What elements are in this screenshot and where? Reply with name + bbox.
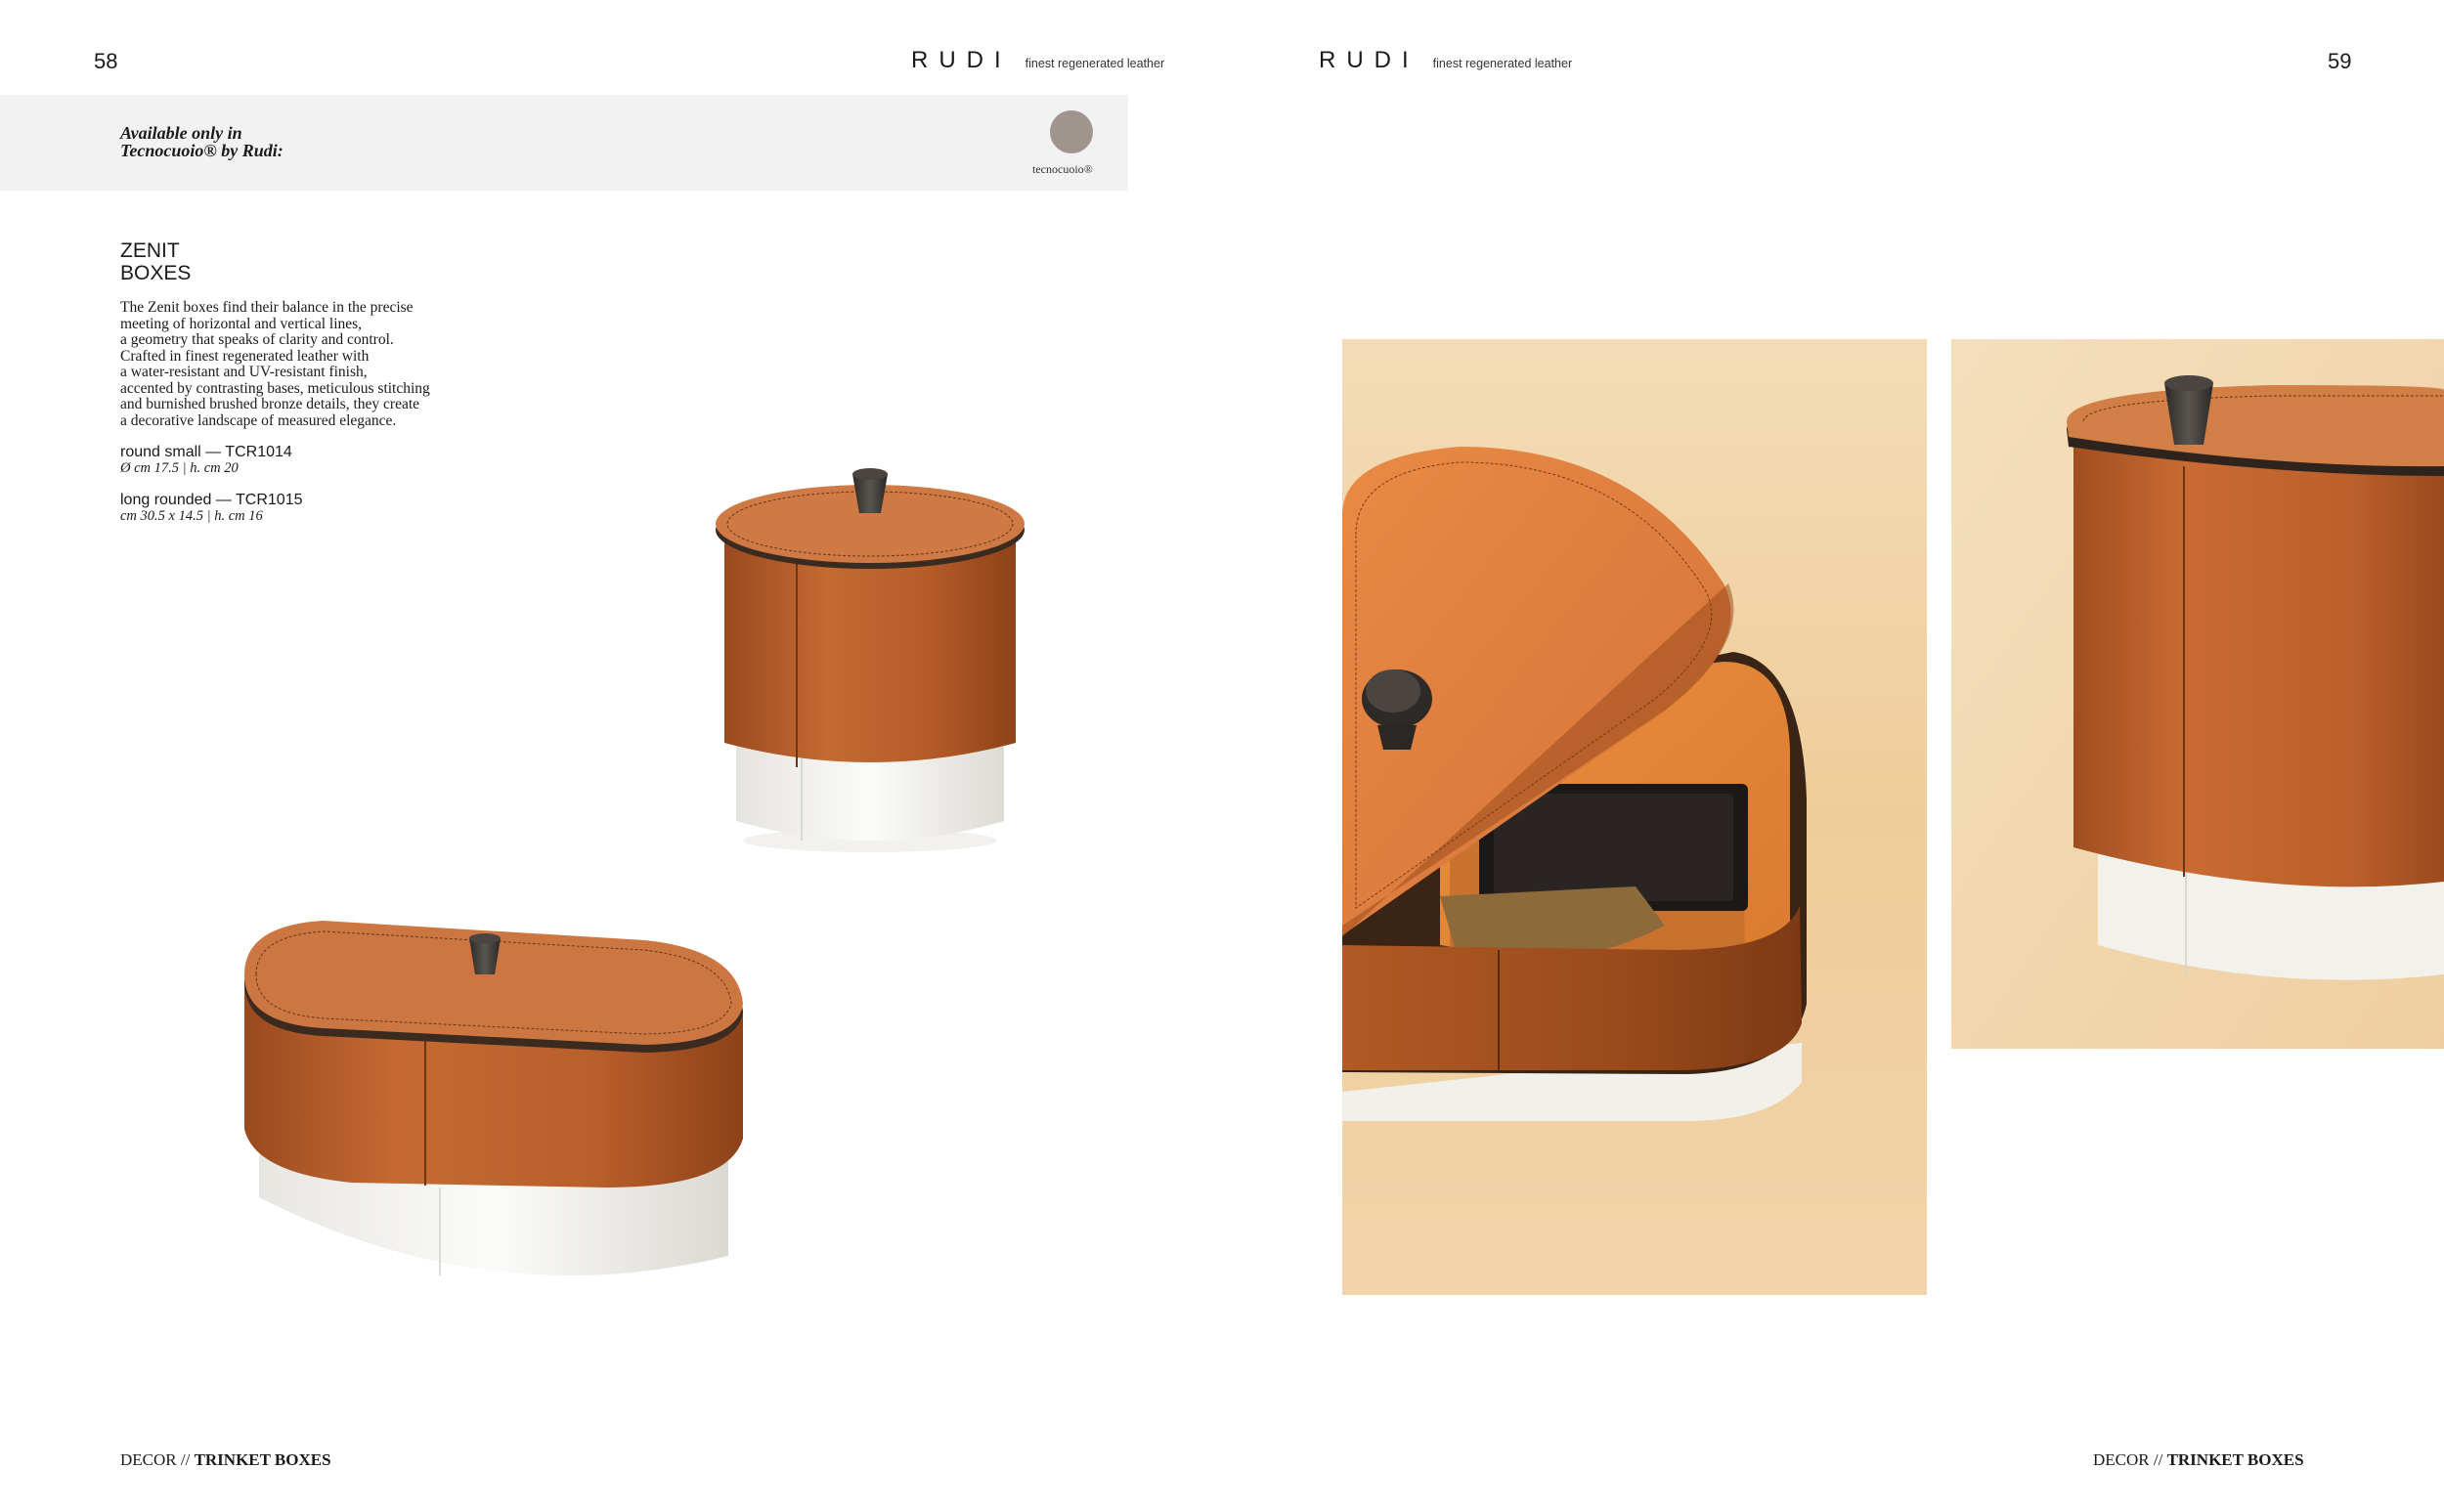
brand-header-left: RUDI finest regenerated leather xyxy=(911,47,1164,74)
variant-name: round small — TCR1014 xyxy=(120,444,292,460)
material-swatch xyxy=(1050,110,1093,153)
page-number-right: 59 xyxy=(2328,49,2352,73)
availability-note: Available only in Tecnocuoio® by Rudi: xyxy=(120,124,284,159)
description-line: accented by contrasting bases, meticulou… xyxy=(120,379,430,397)
product-title: ZENIT BOXES xyxy=(120,239,191,284)
footer-section: DECOR // xyxy=(120,1450,191,1469)
brand-header-right: RUDI finest regenerated leather xyxy=(1319,47,1572,74)
footer-right: DECOR // TRINKET BOXES xyxy=(2093,1450,2304,1470)
description-line: Crafted in finest regenerated leather wi… xyxy=(120,347,370,365)
variant-long-rounded: long rounded — TCR1015 cm 30.5 x 14.5 | … xyxy=(120,492,303,524)
footer-category: TRINKET BOXES xyxy=(2166,1450,2304,1469)
brand-logo: RUDI xyxy=(1319,47,1419,73)
footer-section: DECOR // xyxy=(2093,1450,2163,1469)
footer-left: DECOR // TRINKET BOXES xyxy=(120,1450,331,1470)
variant-round-small: round small — TCR1014 Ø cm 17.5 | h. cm … xyxy=(120,444,292,476)
variant-dimensions: cm 30.5 x 14.5 | h. cm 16 xyxy=(120,508,263,524)
variant-dimensions: Ø cm 17.5 | h. cm 20 xyxy=(120,460,239,476)
description-line: a water-resistant and UV-resistant finis… xyxy=(120,364,368,380)
description-line: The Zenit boxes find their balance in th… xyxy=(120,299,414,316)
lifestyle-photo-open-box xyxy=(1342,339,1927,1295)
product-title-line-2: BOXES xyxy=(120,262,192,284)
product-title-line-1: ZENIT xyxy=(120,239,180,262)
footer-category: TRINKET BOXES xyxy=(194,1450,331,1469)
description-line: and burnished brushed bronze details, th… xyxy=(120,396,420,412)
availability-line-2: Tecnocuoio® by Rudi: xyxy=(120,141,284,160)
brand-tagline: finest regenerated leather xyxy=(1025,57,1165,70)
material-swatch-label: tecnocuoio® xyxy=(1032,162,1093,176)
availability-line-1: Available only in xyxy=(120,123,242,143)
variant-name: long rounded — TCR1015 xyxy=(120,492,303,508)
description-line: a geometry that speaks of clarity and co… xyxy=(120,331,394,348)
description-line: meeting of horizontal and vertical lines… xyxy=(120,315,363,332)
brand-logo: RUDI xyxy=(911,47,1012,73)
product-description: The Zenit boxes find their balance in th… xyxy=(120,299,531,429)
brand-tagline: finest regenerated leather xyxy=(1432,57,1573,70)
lifestyle-photo-round-box xyxy=(1951,339,2444,1049)
long-box-product-image xyxy=(244,921,743,1275)
round-box-product-image xyxy=(716,468,1025,852)
description-line: a decorative landscape of measured elega… xyxy=(120,411,397,429)
page-number-left: 58 xyxy=(94,49,118,73)
